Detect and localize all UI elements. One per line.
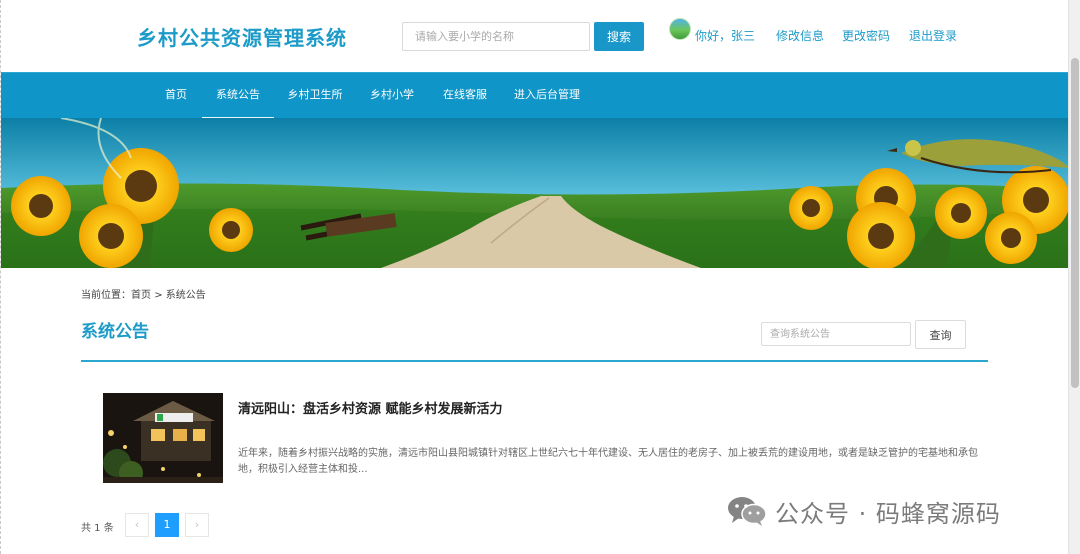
announcement-search-input[interactable] [761,322,911,346]
total-count: 共 1 条 [81,523,114,534]
nav-home[interactable]: 首页 [153,73,199,119]
school-search-input[interactable] [402,22,590,51]
main-nav: 首页 系统公告 乡村卫生所 乡村小学 在线客服 进入后台管理 [1,72,1068,119]
announcement-search-button[interactable]: 查询 [915,320,966,349]
watermark: 公众号 · 码蜂窝源码 [727,493,1001,529]
page-title: 系统公告 [81,322,149,342]
news-thumbnail[interactable] [103,393,223,483]
news-title-link[interactable]: 清远阳山：盘活乡村资源 赋能乡村发展新活力 [238,398,503,417]
banner-image [1,118,1068,268]
breadcrumb: 当前位置：首页 > 系统公告 [81,286,206,301]
breadcrumb-current: 系统公告 [165,290,206,301]
news-summary: 近年来，随着乡村振兴战略的实施，清远市阳山县阳城镇针对辖区上世纪六七十年代建设、… [238,448,978,475]
header: 乡村公共资源管理系统 搜索 你好，张三 修改信息 更改密码 退出登录 [1,0,1068,72]
logout-link[interactable]: 退出登录 [909,27,957,44]
wechat-icon [728,497,767,526]
edit-info-link[interactable]: 修改信息 [776,27,824,44]
scrollbar-thumb[interactable] [1071,58,1079,388]
nav-admin[interactable]: 进入后台管理 [509,73,585,119]
vertical-scrollbar[interactable] [1068,0,1080,554]
prev-page-button[interactable]: ‹ [125,513,149,537]
section-divider [81,360,988,362]
greeting-link[interactable]: 你好，张三 [695,27,755,44]
breadcrumb-separator: > [154,290,163,301]
page: 乡村公共资源管理系统 搜索 你好，张三 修改信息 更改密码 退出登录 首页 系统… [0,0,1068,554]
nav-announcements[interactable]: 系统公告 [202,73,274,119]
nav-school[interactable]: 乡村小学 [363,73,421,119]
site-title[interactable]: 乡村公共资源管理系统 [137,22,347,51]
change-password-link[interactable]: 更改密码 [842,27,890,44]
next-page-button[interactable]: › [185,513,209,537]
search-button[interactable]: 搜索 [594,22,644,51]
breadcrumb-prefix: 当前位置： [81,290,131,301]
nav-clinic[interactable]: 乡村卫生所 [283,73,347,119]
breadcrumb-home-link[interactable]: 首页 [131,290,151,301]
nav-customer-service[interactable]: 在线客服 [437,73,493,119]
watermark-text: 公众号 · 码蜂窝源码 [775,499,1001,528]
page-1-button[interactable]: 1 [155,513,179,537]
avatar [669,18,691,40]
